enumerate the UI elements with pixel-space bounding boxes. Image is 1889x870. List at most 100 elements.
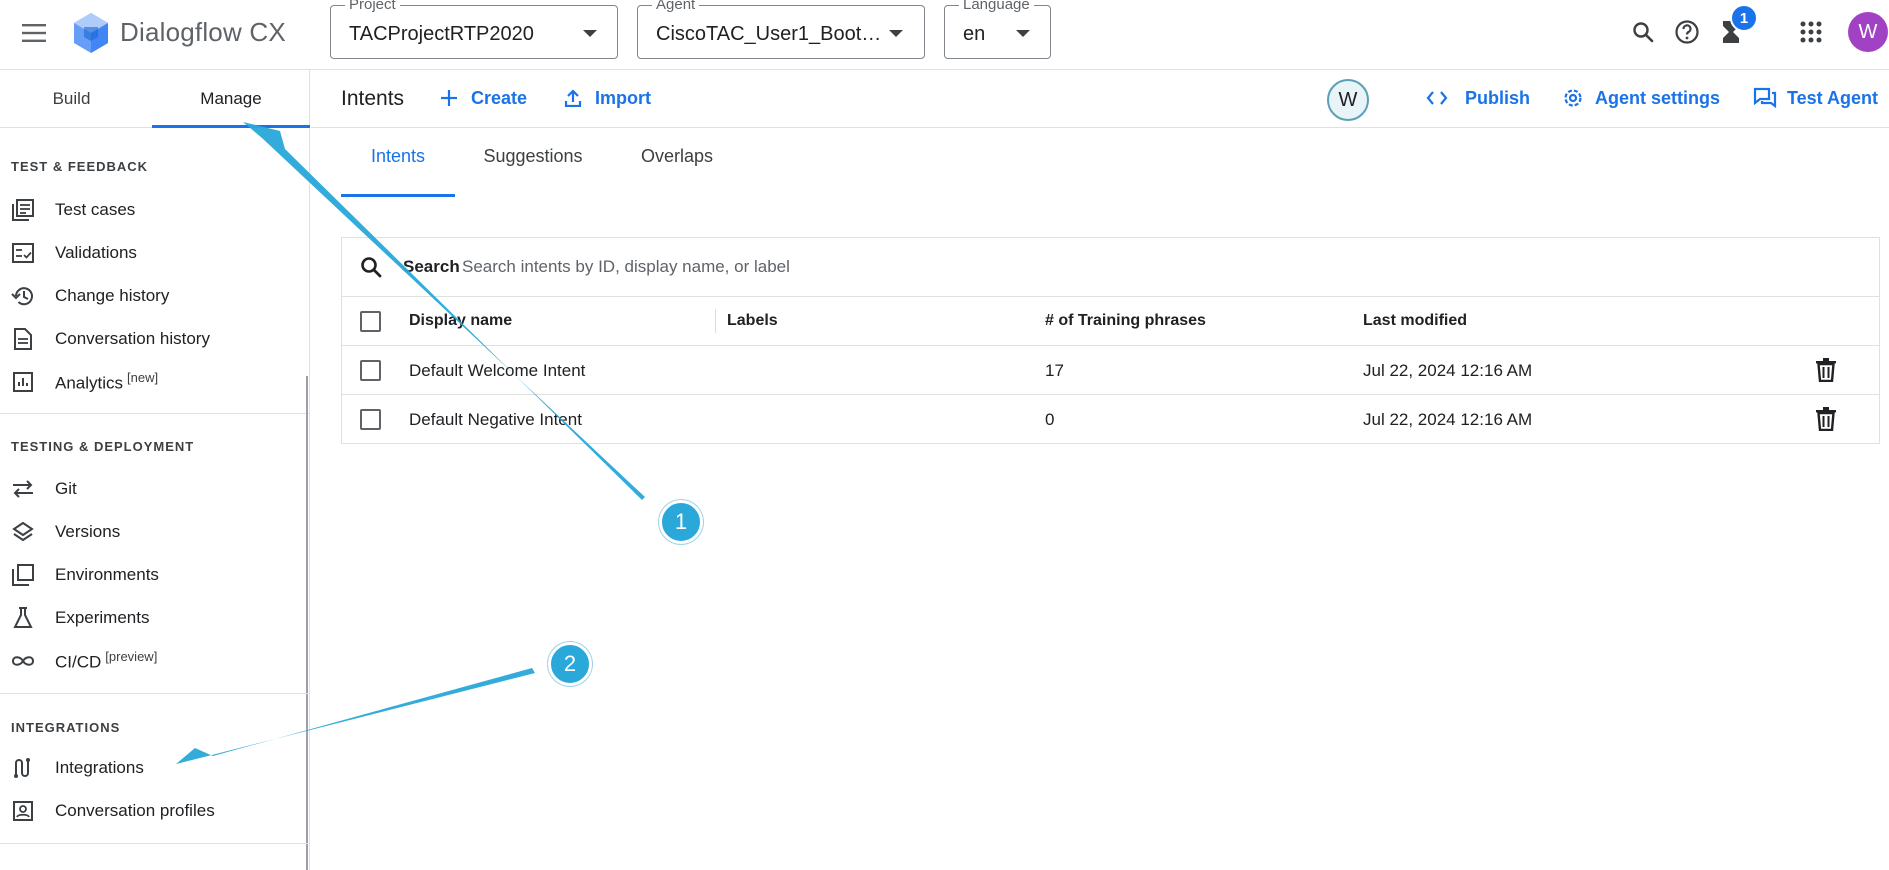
tab-build[interactable]: Build xyxy=(0,70,143,128)
sidebar-item-label: Environments xyxy=(55,565,159,584)
layers-icon xyxy=(11,520,35,544)
annotation-callout-1: 1 xyxy=(659,500,703,544)
agent-select[interactable]: Agent CiscoTAC_User1_Bootca... xyxy=(637,0,925,59)
sidebar-item-validations[interactable]: Validations xyxy=(0,233,306,273)
sidebar-divider xyxy=(0,843,310,844)
column-header-labels[interactable]: Labels xyxy=(727,312,778,330)
analytics-label: Analytics xyxy=(55,373,124,393)
column-separator xyxy=(715,309,716,333)
create-button[interactable]: Create xyxy=(437,86,527,110)
search-bar: Search xyxy=(342,238,1879,297)
column-header-last-modified[interactable]: Last modified xyxy=(1363,312,1467,330)
table-row[interactable]: Default Welcome Intent 17 Jul 22, 2024 1… xyxy=(342,346,1879,395)
sidebar-tabs: Build Manage xyxy=(0,70,310,128)
sidebar-item-analytics[interactable]: Analytics [new] xyxy=(0,362,306,402)
publish-label: Publish xyxy=(1465,87,1531,108)
section-test-feedback: TEST & FEEDBACK xyxy=(11,159,149,174)
sidebar-item-label: Experiments xyxy=(55,608,150,627)
flask-icon xyxy=(11,606,35,630)
intent-name[interactable]: Default Welcome Intent xyxy=(409,361,585,381)
menu-icon[interactable] xyxy=(20,19,48,47)
plus-icon xyxy=(437,86,461,110)
sidebar-item-versions[interactable]: Versions xyxy=(0,512,306,552)
search-icon[interactable] xyxy=(1628,17,1658,47)
user-avatar[interactable]: W xyxy=(1848,12,1888,52)
apps-grid-icon[interactable] xyxy=(1796,17,1826,47)
sidebar-item-test-cases[interactable]: Test cases xyxy=(0,190,306,230)
tab-manage[interactable]: Manage xyxy=(152,70,310,128)
sidebar-item-experiments[interactable]: Experiments xyxy=(0,598,306,638)
sidebar-item-label: Analytics [new] xyxy=(55,370,158,394)
column-header-display-name[interactable]: Display name xyxy=(409,312,512,330)
section-testing-deployment: TESTING & DEPLOYMENT xyxy=(11,439,195,454)
help-icon[interactable] xyxy=(1672,17,1702,47)
trash-icon[interactable] xyxy=(1815,358,1841,384)
test-cases-icon xyxy=(11,198,35,222)
project-select-value: TACProjectRTP2020 xyxy=(349,23,534,45)
trash-icon[interactable] xyxy=(1815,407,1841,433)
page-header: Intents Create Import W Publish Agent se… xyxy=(311,70,1889,128)
column-header-training-phrases[interactable]: # of Training phrases xyxy=(1045,312,1206,330)
row-checkbox[interactable] xyxy=(360,409,381,430)
swap-arrows-icon xyxy=(11,477,35,501)
top-app-bar: Dialogflow CX Project TACProjectRTP2020 … xyxy=(0,0,1889,70)
project-select-label: Project xyxy=(345,0,400,13)
code-icon xyxy=(1425,86,1449,110)
user-presence-avatar[interactable]: W xyxy=(1327,79,1369,121)
sidebar-item-label: Integrations xyxy=(55,758,144,777)
row-checkbox[interactable] xyxy=(360,360,381,381)
training-phrase-count: 0 xyxy=(1045,410,1055,429)
validations-icon xyxy=(11,241,35,265)
integrations-icon xyxy=(11,756,35,780)
active-tab-indicator xyxy=(341,194,455,197)
last-modified: Jul 22, 2024 12:16 AM xyxy=(1363,410,1533,429)
active-tab-indicator xyxy=(152,125,310,128)
sidebar-item-label: Change history xyxy=(55,286,170,305)
sidebar-item-conversation-history[interactable]: Conversation history xyxy=(0,319,306,359)
history-icon xyxy=(11,284,35,308)
language-select-value: en xyxy=(963,23,986,45)
sidebar-divider xyxy=(0,693,310,694)
agent-settings-button[interactable]: Agent settings xyxy=(1561,86,1720,110)
tab-intents[interactable]: Intents xyxy=(341,146,455,196)
tab-suggestions[interactable]: Suggestions xyxy=(470,146,596,196)
project-select[interactable]: Project TACProjectRTP2020 xyxy=(330,0,618,59)
section-integrations: INTEGRATIONS xyxy=(11,720,121,735)
sidebar-item-change-history[interactable]: Change history xyxy=(0,276,306,316)
document-icon xyxy=(11,327,35,351)
sidebar-item-git[interactable]: Git xyxy=(0,469,306,509)
cicd-label: CI/CD xyxy=(55,652,102,672)
test-agent-button[interactable]: Test Agent xyxy=(1753,86,1878,110)
create-label: Create xyxy=(471,87,528,108)
agent-settings-label: Agent settings xyxy=(1595,87,1721,108)
sidebar-scrollbar[interactable] xyxy=(306,376,308,870)
dialogflow-logo-icon xyxy=(74,13,108,53)
sidebar-item-integrations[interactable]: Integrations xyxy=(0,748,306,788)
table-row[interactable]: Default Negative Intent 0 Jul 22, 2024 1… xyxy=(342,395,1879,444)
sidebar-item-environments[interactable]: Environments xyxy=(0,555,306,595)
sidebar-item-label: Conversation profiles xyxy=(55,801,215,820)
language-select-label: Language xyxy=(959,0,1034,13)
chevron-down-icon xyxy=(889,30,903,37)
chevron-down-icon xyxy=(583,30,597,37)
language-select[interactable]: Language en xyxy=(944,0,1051,59)
sidebar-item-label: Validations xyxy=(55,243,137,262)
sidebar-item-conversation-profiles[interactable]: Conversation profiles xyxy=(0,791,306,831)
intent-name[interactable]: Default Negative Intent xyxy=(409,410,582,430)
new-tag: [new] xyxy=(127,370,159,386)
chevron-down-icon xyxy=(1016,30,1030,37)
tab-overlaps[interactable]: Overlaps xyxy=(626,146,728,196)
table-header-row: Display name Labels # of Training phrase… xyxy=(342,297,1879,346)
analytics-icon xyxy=(11,370,35,394)
sidebar-item-label: CI/CD [preview] xyxy=(55,649,157,673)
app-title: Dialogflow CX xyxy=(120,17,286,47)
intents-table: Search Display name Labels # of Training… xyxy=(341,237,1880,444)
search-input[interactable] xyxy=(462,251,1162,283)
publish-button[interactable]: Publish xyxy=(1425,86,1530,110)
sidebar: Build Manage TEST & FEEDBACK Test cases … xyxy=(0,70,310,870)
import-button[interactable]: Import xyxy=(561,86,651,110)
sidebar-item-label: Git xyxy=(55,479,77,498)
select-all-checkbox[interactable] xyxy=(360,311,381,332)
sidebar-item-cicd[interactable]: CI/CD [preview] xyxy=(0,641,306,681)
test-agent-label: Test Agent xyxy=(1787,87,1879,108)
